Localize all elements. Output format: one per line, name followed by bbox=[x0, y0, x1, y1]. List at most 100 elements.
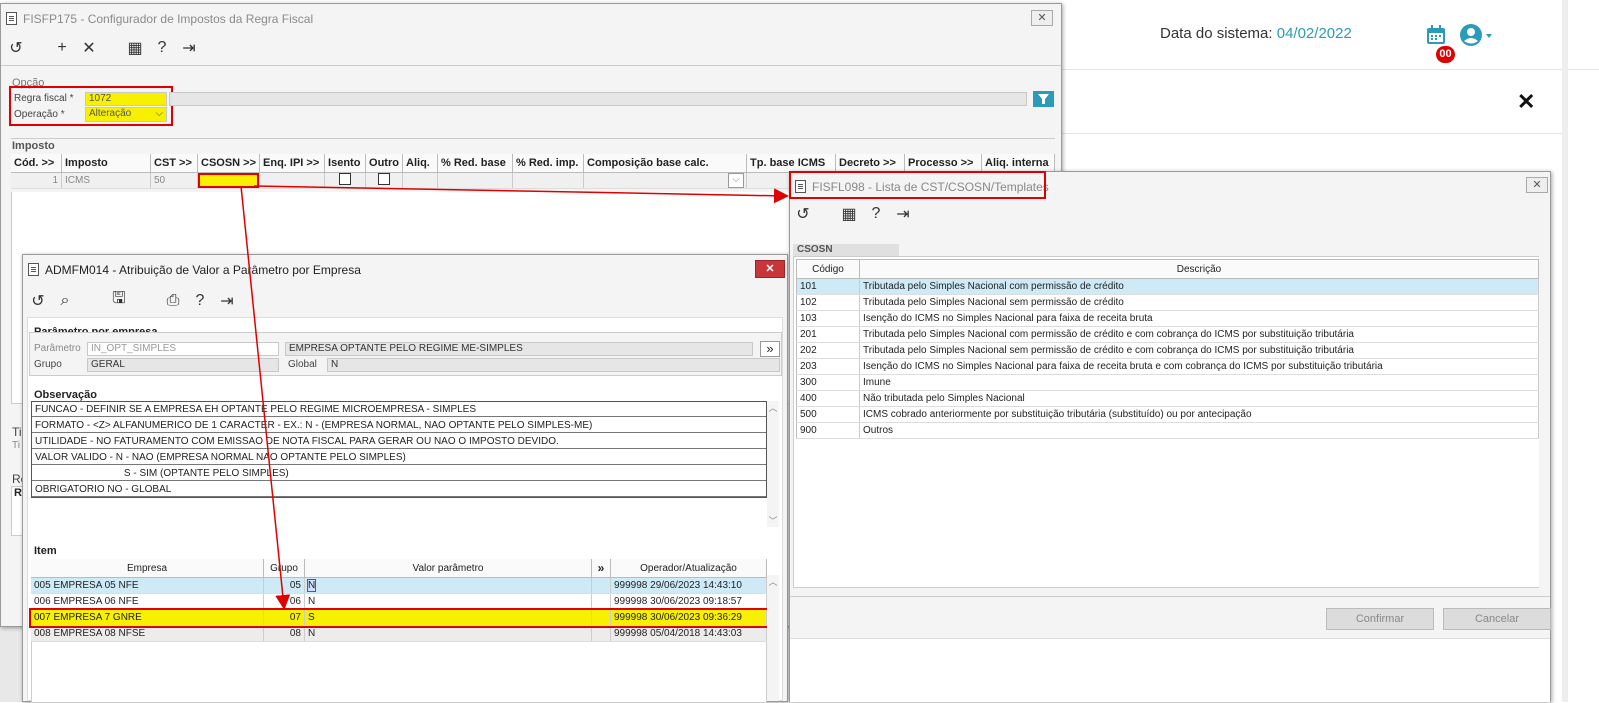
fisfl098-close-button[interactable]: ✕ bbox=[1526, 177, 1548, 193]
print-icon[interactable]: ⎙ bbox=[164, 292, 182, 310]
refresh-icon[interactable]: ↺ bbox=[7, 38, 25, 58]
col-descricao[interactable]: Descrição bbox=[859, 259, 1539, 279]
save-icon[interactable]: 🖫 bbox=[110, 287, 128, 314]
cell-red-imp[interactable] bbox=[512, 172, 585, 189]
observacao-scrollbar[interactable]: ︿ ﹀ bbox=[767, 401, 779, 527]
col-enq-ipi[interactable]: Enq. IPI >> bbox=[259, 154, 326, 173]
csosn-list-scrollbar[interactable] bbox=[1539, 256, 1549, 588]
scroll-down-icon[interactable]: ﹀ bbox=[767, 514, 779, 527]
col-isento[interactable]: Isento bbox=[324, 154, 367, 173]
help-icon[interactable]: ? bbox=[153, 39, 171, 57]
chevron-down-icon[interactable]: ⌵ bbox=[728, 173, 745, 188]
valor-cell[interactable]: N bbox=[304, 577, 592, 594]
col-outro[interactable]: Outro bbox=[365, 154, 404, 173]
page-scrollbar[interactable] bbox=[1562, 0, 1568, 702]
help-icon[interactable]: ? bbox=[191, 292, 209, 310]
col-red-base[interactable]: % Red. base bbox=[437, 154, 514, 173]
item-scrollbar[interactable]: ︿ bbox=[767, 575, 779, 701]
calendar-icon[interactable] bbox=[1426, 25, 1446, 45]
operador-date: 29/06/2023 14:43:10 bbox=[650, 580, 742, 591]
valor-cell[interactable]: N bbox=[304, 593, 592, 610]
empresa-code: 008 bbox=[34, 628, 51, 639]
cell-composicao[interactable]: ⌵ bbox=[583, 172, 748, 189]
table-row[interactable]: 202 Tributada pelo Simples Nacional sem p… bbox=[796, 342, 1539, 359]
col-operador[interactable]: Operador/Atualização bbox=[610, 559, 767, 578]
table-row-highlighted[interactable]: 007 EMPRESA 7 GNRE 07 S 999998 30/06/202… bbox=[29, 607, 769, 628]
table-row[interactable]: 300 Imune bbox=[796, 374, 1539, 391]
table-row[interactable]: 008 EMPRESA 08 NFSE 08 N 999998 05/04/20… bbox=[31, 625, 767, 642]
parametro-input[interactable]: IN_OPT_SIMPLES bbox=[87, 342, 279, 356]
cell-csosn[interactable] bbox=[197, 172, 261, 189]
codigo-cell: 900 bbox=[796, 422, 860, 439]
cancel-button[interactable]: Cancelar bbox=[1443, 608, 1551, 630]
user-avatar-icon[interactable] bbox=[1460, 24, 1496, 48]
fisfl098-toolbar: ↺ ▦ ? ⇥ bbox=[794, 204, 912, 224]
refresh-icon[interactable]: ↺ bbox=[29, 291, 47, 311]
col-grupo[interactable]: Grupo bbox=[263, 559, 305, 578]
calendar-icon[interactable]: ▦ bbox=[840, 204, 858, 224]
admfm014-close-button[interactable]: ✕ bbox=[755, 260, 785, 278]
exit-icon[interactable]: ⇥ bbox=[894, 204, 912, 224]
col-decreto[interactable]: Decreto >> bbox=[835, 154, 906, 173]
help-icon[interactable]: ? bbox=[867, 205, 885, 223]
table-row[interactable]: 101 Tributada pelo Simples Nacional com p… bbox=[796, 278, 1539, 295]
cell-red-base[interactable] bbox=[437, 172, 514, 189]
col-imposto[interactable]: Imposto bbox=[61, 154, 151, 173]
col-expand[interactable]: » bbox=[591, 559, 611, 578]
valor-cell[interactable]: N bbox=[304, 625, 592, 642]
cell-enq-ipi[interactable] bbox=[259, 172, 326, 189]
notification-badge[interactable]: 00 bbox=[1436, 46, 1455, 63]
admfm014-titlebar[interactable]: ADMFM014 - Atribuição de Valor a Parâmet… bbox=[23, 255, 787, 285]
fisfp175-close-button[interactable]: ✕ bbox=[1031, 10, 1053, 26]
remove-icon[interactable]: ✕ bbox=[80, 38, 98, 58]
search-icon[interactable]: ⌕ bbox=[56, 292, 74, 310]
grupo-cell: 05 bbox=[263, 577, 305, 594]
table-row[interactable]: 900 Outros bbox=[796, 422, 1539, 439]
add-icon[interactable]: + bbox=[53, 39, 71, 57]
filter-icon[interactable] bbox=[1033, 91, 1054, 107]
col-composicao[interactable]: Composição base calc. bbox=[583, 154, 748, 173]
col-processo[interactable]: Processo >> bbox=[904, 154, 983, 173]
regra-fiscal-input[interactable]: 1072 bbox=[85, 92, 167, 106]
close-icon[interactable]: ✕ bbox=[1517, 89, 1535, 115]
table-row[interactable]: 103 Isenção do ICMS no Simples Nacional p… bbox=[796, 310, 1539, 327]
table-row[interactable]: 201 Tributada pelo Simples Nacional com p… bbox=[796, 326, 1539, 343]
regra-fiscal-description bbox=[169, 92, 1027, 106]
isento-checkbox[interactable] bbox=[339, 173, 352, 185]
col-cod[interactable]: Cód. >> bbox=[11, 154, 62, 173]
refresh-icon[interactable]: ↺ bbox=[794, 204, 812, 224]
expand-button[interactable]: » bbox=[760, 341, 780, 357]
table-row[interactable]: 006 EMPRESA 06 NFE 06 N 999998 30/06/202… bbox=[31, 593, 767, 610]
csosn-highlight[interactable] bbox=[197, 173, 260, 188]
table-row[interactable]: 102 Tributada pelo Simples Nacional sem p… bbox=[796, 294, 1539, 311]
valor-value[interactable]: N bbox=[306, 579, 317, 592]
col-aliq-interna[interactable]: Aliq. interna bbox=[981, 154, 1055, 173]
col-tp-base-icms[interactable]: Tp. base ICMS bbox=[746, 154, 837, 173]
col-empresa[interactable]: Empresa bbox=[31, 559, 264, 578]
calendar-icon[interactable]: ▦ bbox=[126, 38, 144, 58]
col-valor-parametro[interactable]: Valor parâmetro bbox=[304, 559, 592, 578]
valor-cell[interactable]: S bbox=[304, 609, 592, 626]
cell-isento[interactable] bbox=[324, 172, 367, 189]
col-cst[interactable]: CST >> bbox=[150, 154, 198, 173]
table-row[interactable]: 005 EMPRESA 05 NFE 05 N 999998 29/06/202… bbox=[31, 577, 767, 594]
fisfp175-titlebar[interactable]: FISFP175 - Configurador de Impostos da R… bbox=[1, 4, 1061, 34]
table-row[interactable]: 500 ICMS cobrado anteriormente por substi… bbox=[796, 406, 1539, 423]
table-row[interactable]: 400 Não tributada pelo Simples Nacional bbox=[796, 390, 1539, 407]
operacao-select[interactable]: Alteração ⌵ bbox=[85, 107, 167, 122]
scroll-up-icon[interactable]: ︿ bbox=[767, 401, 779, 414]
system-date: Data do sistema: 04/02/2022 bbox=[1160, 25, 1352, 42]
table-row[interactable]: 203 Isenção do ICMS no Simples Nacional p… bbox=[796, 358, 1539, 375]
col-aliq[interactable]: Aliq. bbox=[402, 154, 439, 173]
outro-checkbox[interactable] bbox=[378, 173, 391, 185]
cell-outro[interactable] bbox=[365, 172, 404, 189]
col-red-imp[interactable]: % Red. imp. bbox=[512, 154, 585, 173]
exit-icon[interactable]: ⇥ bbox=[218, 291, 236, 311]
col-csosn[interactable]: CSOSN >> bbox=[197, 154, 261, 173]
scroll-up-icon[interactable]: ︿ bbox=[767, 575, 779, 588]
cell-cst[interactable]: 50 bbox=[150, 172, 198, 189]
cell-aliq[interactable] bbox=[402, 172, 439, 189]
exit-icon[interactable]: ⇥ bbox=[180, 38, 198, 58]
confirm-button[interactable]: Confirmar bbox=[1326, 608, 1434, 630]
col-codigo[interactable]: Código bbox=[796, 259, 860, 279]
